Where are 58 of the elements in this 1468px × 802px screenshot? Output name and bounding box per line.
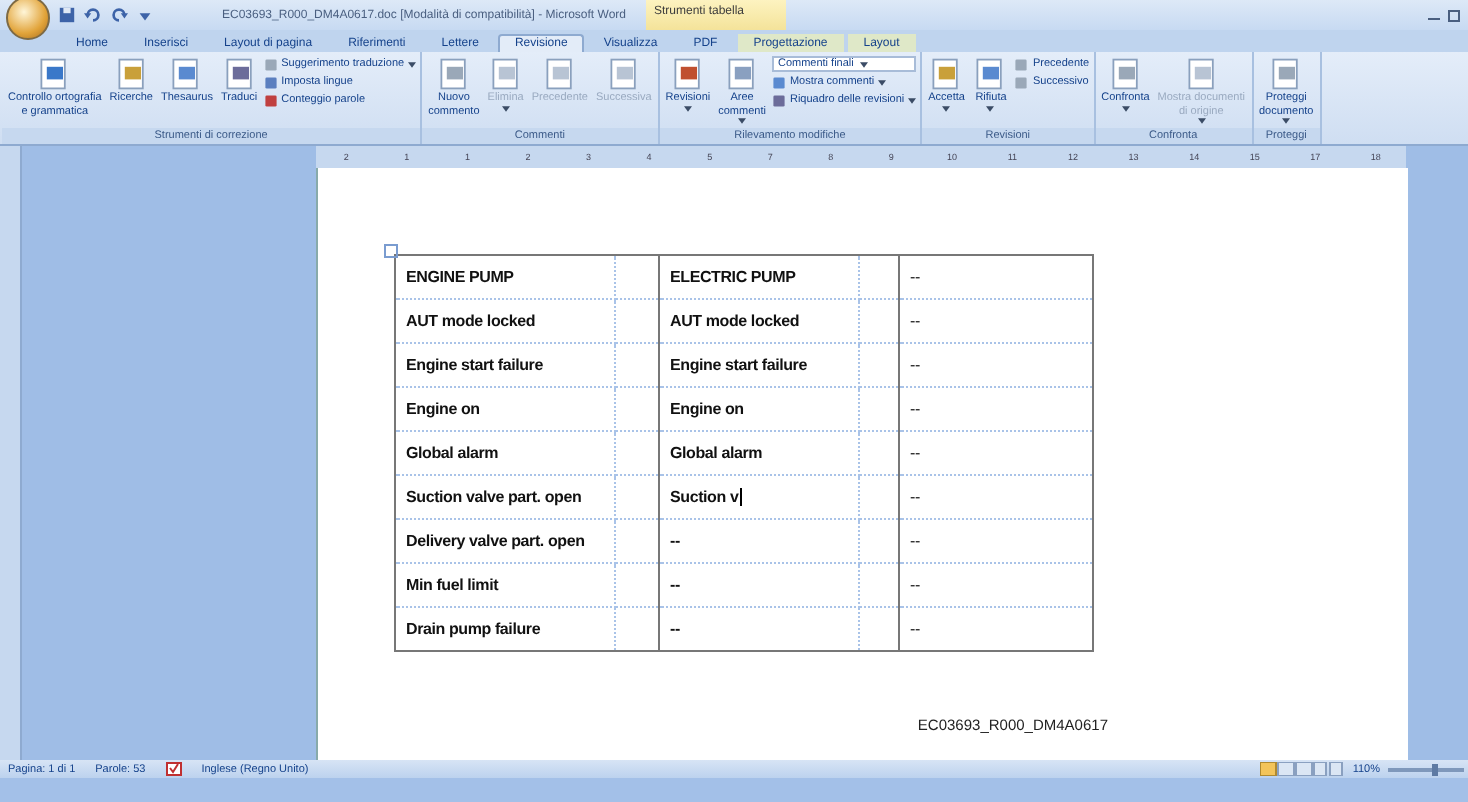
table-cell: -- (899, 475, 1093, 519)
document-icon (221, 56, 258, 92)
caret-icon (408, 61, 417, 67)
caret-icon (1121, 105, 1130, 111)
undo-icon[interactable] (84, 6, 102, 24)
document-icon (1107, 56, 1144, 92)
document-icon (113, 56, 150, 92)
document-icon (1183, 56, 1220, 92)
document-icon (669, 56, 706, 92)
caret-icon (908, 97, 917, 103)
table-move-handle[interactable] (384, 244, 398, 258)
office-button[interactable] (6, 0, 50, 39)
caret-icon (683, 105, 692, 111)
text-cursor (740, 488, 743, 507)
document-icon (487, 56, 524, 92)
table-cell: -- (899, 607, 1093, 651)
table-cell: -- (659, 519, 859, 563)
document-icon (605, 56, 642, 92)
table-cell: -- (899, 255, 1093, 299)
table-cell: Global alarm (659, 431, 859, 475)
slider-thumb[interactable] (1431, 763, 1438, 775)
table-cell: Global alarm (395, 431, 615, 475)
caret-icon (942, 105, 951, 111)
table-cell: Engine start failure (659, 343, 859, 387)
view-buttons-icon[interactable] (1260, 762, 1345, 776)
table-cell: -- (899, 519, 1093, 563)
table-cell: ELECTRIC PUMP (659, 255, 859, 299)
table-cell: AUT mode locked (659, 299, 859, 343)
table-cell: -- (899, 431, 1093, 475)
table-cell: -- (659, 607, 859, 651)
table-cell: Min fuel limit (395, 563, 615, 607)
table-cell: -- (899, 343, 1093, 387)
caret-icon (1197, 118, 1206, 124)
table-cell: Suction valve part. open (395, 475, 615, 519)
table-cell: AUT mode locked (395, 299, 615, 343)
table-cell: Suction v (659, 475, 859, 519)
save-icon[interactable] (58, 6, 76, 24)
document-icon (435, 56, 472, 92)
caret-icon (738, 118, 747, 124)
proofing-icon[interactable] (165, 762, 182, 776)
caret-icon (859, 61, 868, 67)
caret-icon (986, 105, 995, 111)
table-cell: Drain pump failure (395, 607, 615, 651)
caret-icon (1282, 118, 1291, 124)
table-cell: Delivery valve part. open (395, 519, 615, 563)
table-cell: -- (899, 563, 1093, 607)
table-cell: ENGINE PUMP (395, 255, 615, 299)
document-icon (541, 56, 578, 92)
table-cell: Engine on (659, 387, 859, 431)
table-cell: -- (899, 387, 1093, 431)
restore-icon[interactable] (1448, 9, 1460, 21)
table-cell: Engine on (395, 387, 615, 431)
redo-icon[interactable] (110, 6, 128, 24)
table-cell: Engine start failure (395, 343, 615, 387)
caret-icon (878, 79, 887, 85)
caret-icon (501, 105, 510, 111)
table-cell: -- (659, 563, 859, 607)
table-cell: -- (899, 299, 1093, 343)
